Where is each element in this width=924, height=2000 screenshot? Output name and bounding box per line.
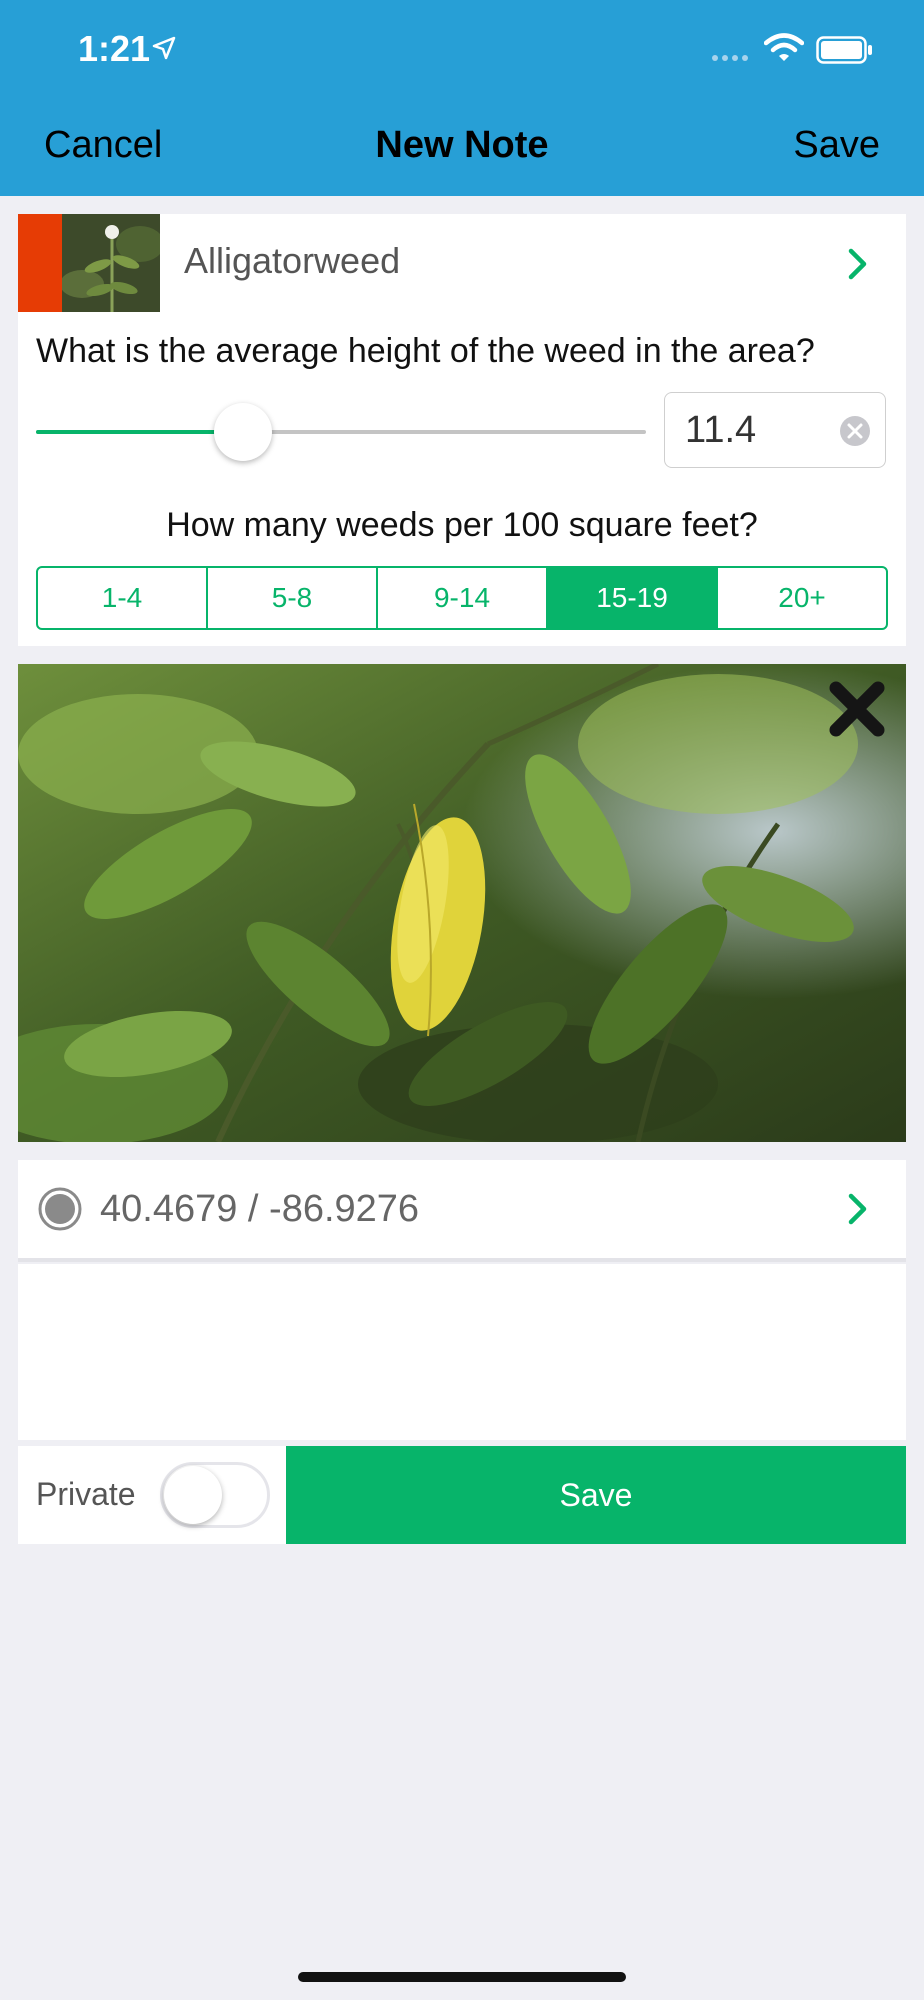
nav-save-button[interactable]: Save bbox=[793, 124, 880, 167]
wifi-icon bbox=[764, 33, 804, 61]
height-value-field[interactable]: 11.4 bbox=[664, 392, 886, 468]
species-name[interactable]: Alligatorweed bbox=[184, 240, 400, 282]
density-segmented-control: 1-4 5-8 9-14 15-19 20+ bbox=[36, 566, 888, 630]
chevron-right-icon[interactable] bbox=[846, 247, 870, 281]
private-label: Private bbox=[36, 1476, 136, 1512]
density-question-label: How many weeds per 100 square feet? bbox=[166, 506, 758, 544]
density-option-15-19[interactable]: 15-19 bbox=[548, 568, 718, 628]
density-option-1-4[interactable]: 1-4 bbox=[38, 568, 208, 628]
private-toggle[interactable] bbox=[160, 1462, 270, 1528]
density-option-9-14[interactable]: 9-14 bbox=[378, 568, 548, 628]
home-indicator bbox=[298, 1972, 626, 1982]
species-thumbnail bbox=[62, 214, 160, 312]
location-coordinates[interactable]: 40.4679 / -86.9276 bbox=[100, 1188, 419, 1231]
private-toggle-knob bbox=[164, 1466, 222, 1524]
save-button[interactable]: Save bbox=[286, 1446, 906, 1544]
height-slider-thumb[interactable] bbox=[214, 403, 273, 461]
notes-text-area[interactable] bbox=[18, 1264, 906, 1440]
cellular-signal-icon bbox=[712, 48, 752, 66]
page-title: New Note bbox=[375, 124, 549, 166]
status-time: 1:21 bbox=[78, 28, 151, 69]
location-pin-icon bbox=[38, 1187, 82, 1231]
chevron-right-icon[interactable] bbox=[846, 1192, 870, 1226]
height-question-label: What is the average height of the weed i… bbox=[36, 332, 815, 370]
location-arrow-icon bbox=[152, 36, 176, 60]
clear-icon[interactable] bbox=[839, 415, 871, 447]
battery-icon bbox=[816, 36, 872, 64]
density-option-20-plus[interactable]: 20+ bbox=[718, 568, 886, 628]
height-slider-fill bbox=[36, 430, 244, 434]
height-value[interactable]: 11.4 bbox=[685, 409, 756, 452]
note-photo bbox=[18, 664, 906, 1142]
species-color-swatch bbox=[18, 214, 62, 312]
remove-photo-icon[interactable] bbox=[826, 678, 888, 740]
density-option-5-8[interactable]: 5-8 bbox=[208, 568, 378, 628]
